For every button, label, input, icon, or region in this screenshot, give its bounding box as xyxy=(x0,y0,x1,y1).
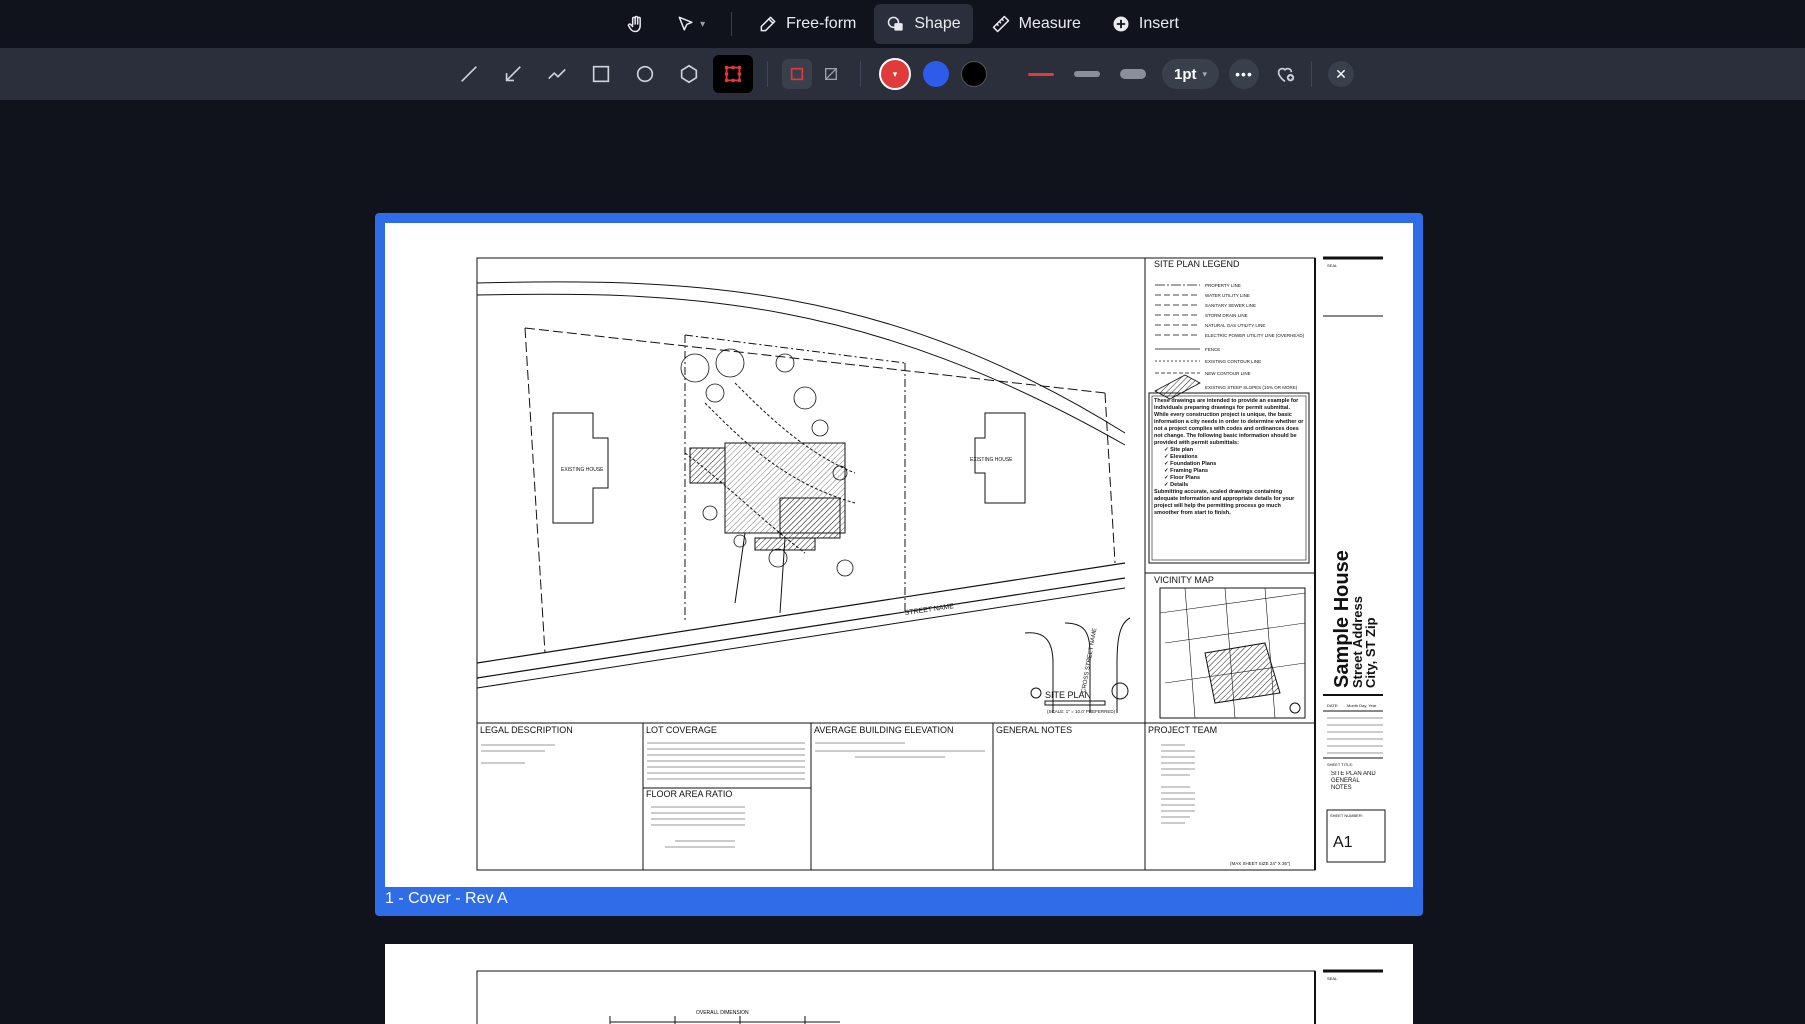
svg-text:ELECTRIC POWER UTILITY LINE (O: ELECTRIC POWER UTILITY LINE (OVERHEAD) xyxy=(1205,333,1305,338)
sheet-number: A1 xyxy=(1333,834,1353,851)
permit-note-text: These drawings are intended to provide a… xyxy=(1154,398,1304,446)
site-plan-drawing: SITE PLAN LEGEND PROPERTY LINE WATER UTI… xyxy=(476,256,1386,871)
close-icon: ✕ xyxy=(1335,65,1347,82)
polygon-icon xyxy=(680,64,698,84)
site-plan-title: SITE PLAN xyxy=(1045,690,1091,700)
svg-text:(SCALE: 1" = 10.0' PREFERRED): (SCALE: 1" = 10.0' PREFERRED) xyxy=(1047,709,1116,714)
add-favorite-button[interactable] xyxy=(1269,55,1301,93)
stroke-thick-option[interactable] xyxy=(1119,69,1146,79)
stroke-size-select[interactable]: 1pt ▾ xyxy=(1161,59,1220,89)
legal-description-heading: LEGAL DESCRIPTION xyxy=(480,725,573,735)
no-fill-icon xyxy=(824,68,837,80)
floor-area-ratio-heading: FLOOR AREA RATIO xyxy=(646,789,732,799)
heart-plus-icon xyxy=(1277,67,1295,83)
svg-text:PROPERTY LINE: PROPERTY LINE xyxy=(1205,283,1241,288)
freeform-tool-button[interactable]: Free-form xyxy=(746,4,868,44)
polygon-tool[interactable] xyxy=(669,55,709,93)
polyline-tool[interactable] xyxy=(537,55,577,93)
site-plan-drawing-page2: SEAL OVERALL DIMENSION xyxy=(476,969,1383,1024)
ellipse-icon xyxy=(636,65,654,83)
mode-toolbar: ▾ Free-form Shape Measure Insert xyxy=(0,0,1805,48)
divider xyxy=(859,61,861,87)
svg-text:SEAL: SEAL xyxy=(1327,263,1338,268)
more-options-button[interactable]: ••• xyxy=(1229,59,1260,89)
black-color-swatch[interactable] xyxy=(960,61,987,87)
svg-text:SEAL: SEAL xyxy=(1327,976,1338,981)
cloud-tool[interactable] xyxy=(712,55,753,93)
shape-toolbar: ▾ 1pt ▾ ••• ✕ xyxy=(0,48,1805,100)
more-horizontal-icon: ••• xyxy=(1235,66,1253,82)
stroke-color-mode-button[interactable] xyxy=(781,59,812,89)
stroke-medium-option[interactable] xyxy=(1073,71,1100,77)
shape-tool-button[interactable]: Shape xyxy=(874,4,973,44)
blue-color-swatch[interactable] xyxy=(922,61,949,87)
insert-label: Insert xyxy=(1138,15,1179,32)
ellipse-tool[interactable] xyxy=(625,55,665,93)
measure-label: Measure xyxy=(1018,15,1081,32)
select-tool-button[interactable]: ▾ xyxy=(664,4,717,44)
stroke-square-icon xyxy=(790,67,804,81)
line-icon xyxy=(461,66,477,82)
svg-text:EXISTING STEEP SLOPES (15% OR: EXISTING STEEP SLOPES (15% OR MORE) xyxy=(1205,385,1298,390)
arrow-tool[interactable] xyxy=(493,55,533,93)
site-plan-legend-title: SITE PLAN LEGEND xyxy=(1154,259,1240,269)
rectangle-icon xyxy=(592,65,610,83)
svg-text:City, ST Zip: City, ST Zip xyxy=(1363,617,1378,688)
chevron-down-icon: ▾ xyxy=(1202,68,1208,79)
stroke-thin-option[interactable] xyxy=(1027,72,1054,76)
svg-text:FENCE: FENCE xyxy=(1205,347,1220,352)
stroke-size-value: 1pt xyxy=(1173,65,1197,83)
divider xyxy=(766,61,768,87)
divider xyxy=(1005,61,1006,87)
chevron-down-icon[interactable]: ▾ xyxy=(700,19,705,30)
shapes-icon xyxy=(888,16,904,31)
general-notes-heading: GENERAL NOTES xyxy=(996,725,1072,735)
vicinity-map-title: VICINITY MAP xyxy=(1154,575,1214,585)
freeform-label: Free-form xyxy=(786,15,857,32)
svg-text:(MAX SHEET SIZE 24" X 36"): (MAX SHEET SIZE 24" X 36") xyxy=(1230,861,1291,866)
cloud-icon xyxy=(724,65,742,83)
fill-color-mode-button[interactable] xyxy=(816,59,846,89)
close-toolbar-button[interactable]: ✕ xyxy=(1328,61,1355,87)
plus-circle-icon xyxy=(1113,16,1129,32)
svg-text:WATER UTILITY LINE: WATER UTILITY LINE xyxy=(1205,293,1250,298)
svg-text:Month Day, Year: Month Day, Year xyxy=(1347,703,1377,708)
rectangle-tool[interactable] xyxy=(581,55,621,93)
svg-text:SHEET NUMBER:: SHEET NUMBER: xyxy=(1330,813,1363,818)
svg-text:OVERALL DIMENSION: OVERALL DIMENSION xyxy=(696,1010,749,1016)
divider xyxy=(731,12,733,36)
svg-text:NEW CONTOUR LINE: NEW CONTOUR LINE xyxy=(1205,371,1251,376)
hand-tool-button[interactable] xyxy=(614,4,658,44)
sheet-title: SITE PLAN AND GENERAL NOTES xyxy=(1331,771,1376,791)
svg-text:EXISTING CONTOUR LINE: EXISTING CONTOUR LINE xyxy=(1205,359,1261,364)
lot-coverage-heading: LOT COVERAGE xyxy=(646,725,717,735)
cursor-arrow-icon xyxy=(678,16,693,31)
shape-label: Shape xyxy=(914,15,961,32)
project-team-heading: PROJECT TEAM xyxy=(1148,725,1217,735)
page-thumbnail-selected[interactable]: SITE PLAN LEGEND PROPERTY LINE WATER UTI… xyxy=(375,213,1423,916)
svg-text:SHEET TITLE:: SHEET TITLE: xyxy=(1327,762,1353,767)
chevron-down-icon: ▾ xyxy=(892,68,898,79)
svg-text:EXISTING HOUSE: EXISTING HOUSE xyxy=(561,467,604,473)
arrow-icon xyxy=(505,66,521,82)
polyline-icon xyxy=(548,68,566,80)
svg-text:STORM DRAIN LINE: STORM DRAIN LINE xyxy=(1205,313,1248,318)
current-color-swatch[interactable]: ▾ xyxy=(878,58,911,90)
drawing-sheet[interactable]: SITE PLAN LEGEND PROPERTY LINE WATER UTI… xyxy=(385,223,1413,887)
svg-text:STREET NAME: STREET NAME xyxy=(904,603,954,617)
ruler-icon xyxy=(992,15,1009,33)
line-tool[interactable] xyxy=(449,55,489,93)
svg-text:NATURAL GAS UTILITY LINE: NATURAL GAS UTILITY LINE xyxy=(1205,323,1265,328)
hand-icon xyxy=(627,15,642,33)
avg-building-elevation-heading: AVERAGE BUILDING ELEVATION xyxy=(814,725,954,735)
insert-tool-button[interactable]: Insert xyxy=(1099,4,1191,44)
divider xyxy=(1311,61,1313,87)
svg-text:SANITARY SEWER LINE: SANITARY SEWER LINE xyxy=(1205,303,1256,308)
measure-tool-button[interactable]: Measure xyxy=(979,4,1093,44)
svg-text:EXISTING HOUSE: EXISTING HOUSE xyxy=(970,457,1013,463)
svg-text:DATE:: DATE: xyxy=(1327,703,1338,708)
page-thumbnail[interactable]: SEAL OVERALL DIMENSION xyxy=(385,944,1413,1024)
page-caption: 1 - Cover - Rev A xyxy=(385,890,508,907)
pen-icon xyxy=(760,16,776,32)
